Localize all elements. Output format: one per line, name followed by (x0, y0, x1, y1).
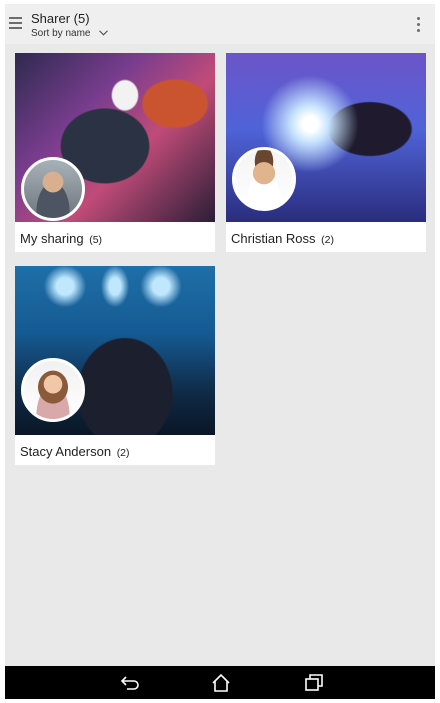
sharer-card-stacy-anderson[interactable]: Stacy Anderson (2) (15, 266, 215, 465)
device-frame: Sharer (5) Sort by name My sharing (5) C… (0, 0, 440, 703)
page-title: Sharer (5) (31, 11, 90, 26)
sharer-card-my-sharing[interactable]: My sharing (5) (15, 53, 215, 252)
avatar (232, 147, 296, 211)
card-label: Stacy Anderson (2) (20, 444, 130, 459)
cover-image (15, 266, 215, 435)
card-name: Stacy Anderson (20, 444, 112, 459)
cover-image (15, 53, 215, 222)
card-count: (2) (116, 447, 130, 459)
recent-apps-icon[interactable] (303, 672, 325, 694)
card-label: My sharing (5) (20, 231, 102, 246)
home-icon[interactable] (210, 672, 232, 694)
sharer-card-christian-ross[interactable]: Christian Ross (2) (226, 53, 426, 252)
hamburger-menu-icon[interactable] (8, 15, 24, 33)
more-vertical-icon[interactable] (415, 15, 423, 35)
sort-dropdown[interactable]: Sort by name (31, 28, 109, 39)
card-name: My sharing (20, 231, 84, 246)
app-screen: Sharer (5) Sort by name My sharing (5) C… (5, 4, 435, 666)
card-count: (2) (321, 234, 334, 246)
cover-image (226, 53, 426, 222)
sort-label: Sort by name (31, 28, 91, 39)
card-count: (5) (89, 234, 103, 246)
card-name: Christian Ross (231, 231, 316, 246)
avatar (21, 358, 85, 422)
app-bar: Sharer (5) Sort by name (5, 4, 435, 44)
system-nav-bar (5, 666, 435, 699)
card-label: Christian Ross (2) (231, 231, 334, 246)
avatar (21, 157, 85, 221)
back-icon[interactable] (119, 672, 141, 694)
chevron-down-icon (99, 30, 109, 36)
